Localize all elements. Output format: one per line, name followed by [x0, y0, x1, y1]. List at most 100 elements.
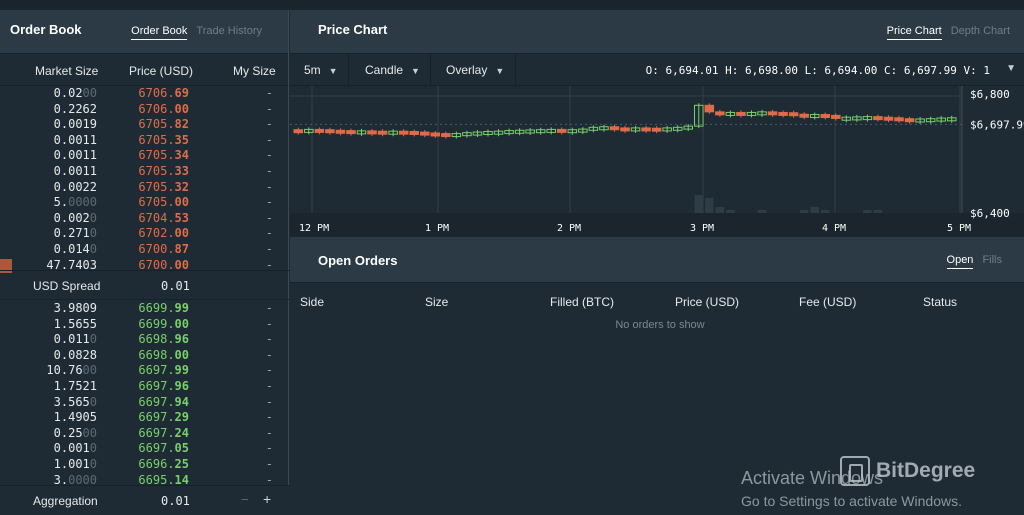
row-my-size: - — [265, 163, 273, 178]
order-book-title: Order Book — [10, 22, 82, 37]
ask-row[interactable]: 0.0140 6700.87 - — [0, 242, 289, 258]
row-price: 6696.25 — [138, 456, 189, 471]
row-size: 0.0010 — [53, 441, 97, 456]
ask-row[interactable]: 0.0011 6705.33 - — [0, 164, 289, 180]
ohlc-readout: O: 6,694.01 H: 6,698.00 L: 6,694.00 C: 6… — [645, 64, 990, 77]
ask-row[interactable]: 0.0200 6706.69 - — [0, 86, 289, 102]
candle — [609, 126, 620, 131]
chevron-down-icon: ▼ — [328, 66, 338, 76]
tab-trade-history[interactable]: Trade History — [196, 25, 262, 40]
aggregation-decrease-button[interactable]: − — [241, 492, 249, 507]
tab-depth-chart[interactable]: Depth Chart — [951, 25, 1010, 40]
row-price: 6705.82 — [138, 117, 189, 132]
candle — [704, 104, 715, 113]
tab-price-chart[interactable]: Price Chart — [886, 25, 942, 40]
tab-order-book[interactable]: Order Book — [131, 25, 188, 40]
row-my-size: - — [265, 195, 273, 210]
bid-row[interactable]: 0.0110 6698.96 - — [0, 332, 289, 348]
x-axis-label: 3 PM — [690, 223, 714, 234]
row-my-size: - — [265, 316, 273, 331]
bid-row[interactable]: 3.5650 6697.94 - — [0, 395, 289, 411]
candle — [883, 116, 894, 121]
interval-value: 5m — [304, 63, 321, 77]
bid-row[interactable]: 1.5655 6699.00 - — [0, 317, 289, 333]
row-size: 0.0019 — [53, 117, 97, 132]
row-my-size: - — [265, 441, 273, 456]
price-chart-tabs: Price Chart Depth Chart — [886, 25, 1010, 40]
bid-row[interactable]: 10.7600 6697.99 - — [0, 363, 289, 379]
tab-fills[interactable]: Fills — [982, 254, 1002, 269]
volume-bar — [820, 210, 830, 213]
bid-row[interactable]: 3.9809 6699.99 - — [0, 301, 289, 317]
row-price: 6697.05 — [138, 441, 189, 456]
bid-row[interactable]: 1.7521 6697.96 - — [0, 379, 289, 395]
x-axis-label: 4 PM — [822, 223, 846, 234]
aggregation-value: 0.01 — [161, 494, 190, 508]
row-my-size: - — [265, 378, 273, 393]
aggregation-increase-button[interactable]: + — [263, 491, 271, 507]
aggregation-row: Aggregation 0.01 − + — [0, 485, 289, 515]
row-my-size: - — [265, 410, 273, 425]
candle — [377, 130, 388, 135]
bid-row[interactable]: 0.2500 6697.24 - — [0, 426, 289, 442]
row-price: 6699.99 — [138, 301, 189, 315]
volume-bar — [757, 210, 767, 213]
ask-row[interactable]: 5.0000 6705.00 - — [0, 195, 289, 211]
row-my-size: - — [265, 332, 273, 347]
ask-row[interactable]: 0.0022 6705.32 - — [0, 180, 289, 196]
row-size: 0.0828 — [53, 347, 97, 362]
candle — [873, 116, 883, 121]
row-price: 6697.99 — [138, 363, 189, 378]
ask-row[interactable]: 0.2710 6702.00 - — [0, 226, 289, 242]
overlay-dropdown[interactable]: Overlay ▼ — [431, 54, 516, 86]
ask-row[interactable]: 0.0020 6704.53 - — [0, 211, 289, 227]
watermark-line2: Go to Settings to activate Windows. — [741, 493, 962, 509]
row-price: 6705.35 — [138, 132, 189, 147]
order-book-column-headers: Market Size Price (USD) My Size — [0, 54, 288, 86]
price-chart-header: Price Chart Price Chart Depth Chart — [290, 10, 1024, 54]
chart-toolbar: 5m ▼ Candle ▼ Overlay ▼ O: 6,694.01 H: 6,69… — [290, 54, 1024, 86]
price-chart-title: Price Chart — [318, 22, 388, 37]
ask-row[interactable]: 0.2262 6706.00 - — [0, 102, 289, 118]
candle — [767, 111, 778, 116]
row-price: 6705.00 — [138, 195, 189, 210]
candlestick-chart[interactable]: $6,800 $6,697.99 $6,400 12 PM 1 PM 2 PM 3 PM 4 … — [290, 86, 1024, 237]
candle — [736, 111, 746, 116]
bitdegree-brand: BitDegree — [876, 459, 976, 482]
chevron-down-icon: ▼ — [411, 66, 420, 76]
ask-row[interactable]: 0.0019 6705.82 - — [0, 117, 289, 133]
overlay-value: Overlay — [446, 63, 488, 77]
candle — [641, 127, 651, 132]
candle — [325, 129, 335, 134]
candle — [367, 130, 377, 135]
bid-row[interactable]: 0.0010 6697.05 - — [0, 441, 289, 457]
col-market-size: Market Size — [35, 64, 99, 78]
bitdegree-watermark: BitDegree — [840, 456, 975, 486]
spread-label: USD Spread — [33, 279, 101, 293]
row-my-size: - — [265, 226, 273, 241]
candle — [314, 128, 325, 133]
row-price: 6697.24 — [138, 425, 189, 440]
bid-row[interactable]: 1.4905 6697.29 - — [0, 410, 289, 426]
bid-row[interactable]: 1.0010 6696.25 - — [0, 457, 289, 473]
ask-row[interactable]: 0.0011 6705.34 - — [0, 148, 289, 164]
candle — [398, 130, 409, 135]
row-my-size: - — [265, 132, 273, 147]
row-price: 6698.00 — [138, 347, 189, 362]
row-my-size: - — [265, 179, 273, 194]
ask-row[interactable]: 0.0011 6705.35 - — [0, 133, 289, 149]
open-orders-tabs: Open Fills — [946, 254, 1002, 269]
volume-bar — [799, 210, 809, 213]
candle — [788, 112, 799, 117]
col-size: Size — [425, 295, 449, 309]
interval-dropdown[interactable]: 5m ▼ — [290, 54, 349, 86]
tab-open[interactable]: Open — [946, 254, 974, 269]
row-size: 0.0011 — [53, 132, 97, 147]
chart-type-dropdown[interactable]: Candle ▼ — [349, 54, 431, 86]
bid-row[interactable]: 0.0828 6698.00 - — [0, 348, 289, 364]
chevron-down-icon[interactable]: ▼ — [1006, 63, 1016, 74]
candle — [430, 132, 441, 137]
col-my-size: My Size — [233, 64, 276, 78]
col-fee: Fee (USD) — [799, 295, 857, 309]
volume-bar — [863, 210, 872, 213]
